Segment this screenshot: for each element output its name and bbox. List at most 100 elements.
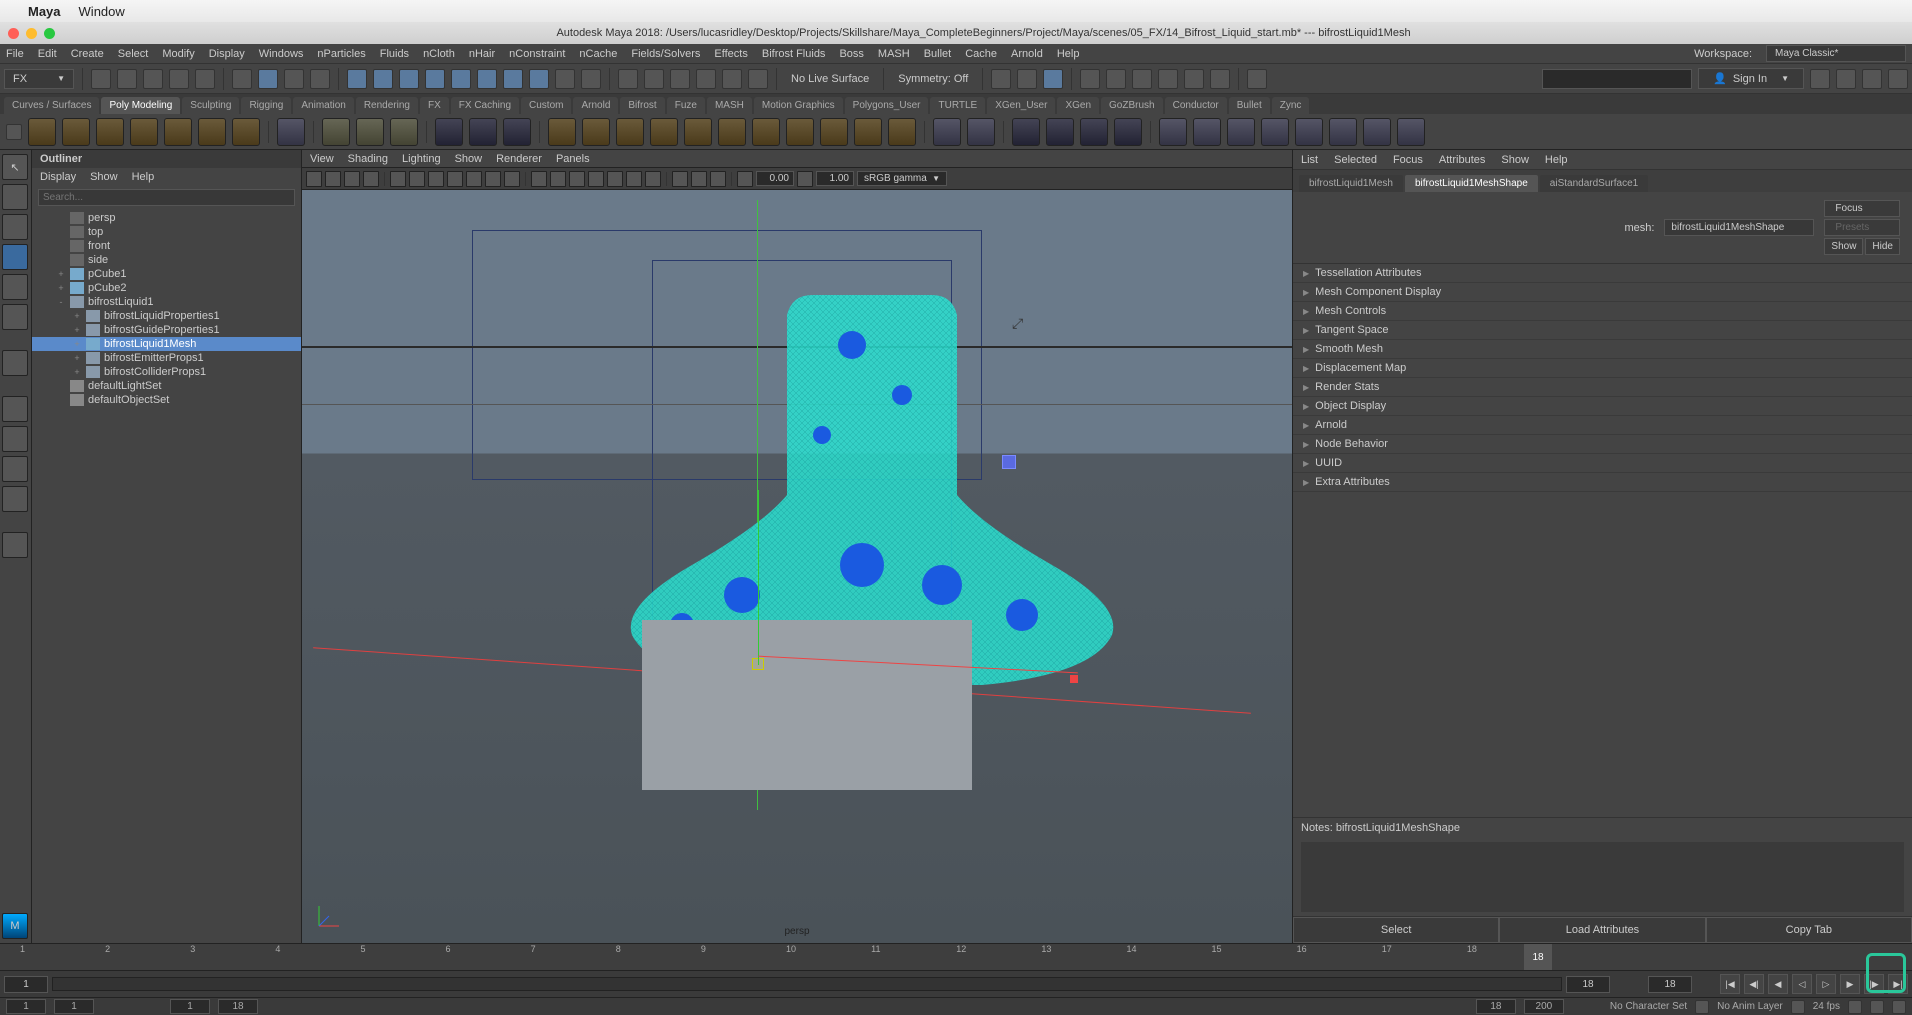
- shelf-tab[interactable]: FX Caching: [451, 97, 519, 114]
- attr-section-header[interactable]: ▶Tessellation Attributes: [1293, 264, 1912, 283]
- menu-set-dropdown[interactable]: FX▼: [4, 69, 74, 89]
- layout-2h-icon[interactable]: [2, 486, 28, 512]
- shelf-tab[interactable]: Animation: [293, 97, 353, 114]
- shelf-icon[interactable]: [1261, 118, 1289, 146]
- viewport-menu-item[interactable]: Panels: [556, 153, 590, 165]
- layout-2v-icon[interactable]: [2, 456, 28, 482]
- outliner-menu-item[interactable]: Display: [40, 171, 76, 183]
- step-back-button[interactable]: ◀|: [1744, 974, 1764, 994]
- viewport-menu-item[interactable]: Lighting: [402, 153, 441, 165]
- attr-menu-item[interactable]: Focus: [1393, 154, 1423, 166]
- shelf-icon[interactable]: [322, 118, 350, 146]
- outliner-menu-item[interactable]: Help: [132, 171, 155, 183]
- main-menu-item[interactable]: nHair: [469, 48, 495, 60]
- scale-tool-icon[interactable]: [2, 304, 28, 330]
- shelf-icon[interactable]: [786, 118, 814, 146]
- shelf-icon[interactable]: [933, 118, 961, 146]
- attr-menu-item[interactable]: Selected: [1334, 154, 1377, 166]
- outliner-menu-item[interactable]: Show: [90, 171, 118, 183]
- workspace-dropdown[interactable]: Maya Classic*: [1766, 45, 1906, 62]
- mask-icon-8[interactable]: [529, 69, 549, 89]
- shelf-icon[interactable]: [1329, 118, 1357, 146]
- shelf-tab[interactable]: Conductor: [1165, 97, 1227, 114]
- shelf-icon[interactable]: [503, 118, 531, 146]
- shelf-tab[interactable]: Rigging: [241, 97, 291, 114]
- status-num-3[interactable]: 1: [170, 999, 210, 1014]
- shelf-icon[interactable]: [96, 118, 124, 146]
- manipulator-y-axis[interactable]: [758, 490, 759, 665]
- shelf-icon[interactable]: [356, 118, 384, 146]
- shelf-icon[interactable]: [1397, 118, 1425, 146]
- select-tool-icon[interactable]: ↖: [2, 154, 28, 180]
- attr-section-header[interactable]: ▶Extra Attributes: [1293, 473, 1912, 492]
- status-fps[interactable]: 24 fps: [1813, 1001, 1840, 1012]
- time-ruler[interactable]: 18 123456789101112131415161718: [0, 944, 1912, 971]
- shelf-icon[interactable]: [1080, 118, 1108, 146]
- main-menu-item[interactable]: Display: [209, 48, 245, 60]
- shelf-tab[interactable]: Motion Graphics: [754, 97, 843, 114]
- shelf-icon[interactable]: [1046, 118, 1074, 146]
- construction-history-icon[interactable]: [991, 69, 1011, 89]
- vp-shadows-icon[interactable]: [607, 171, 623, 187]
- expand-toggle-icon[interactable]: +: [72, 367, 82, 377]
- attr-menu-item[interactable]: Help: [1545, 154, 1568, 166]
- locator-cube[interactable]: [1002, 455, 1016, 469]
- mask-icon-1[interactable]: [347, 69, 367, 89]
- shelf-icon[interactable]: [198, 118, 226, 146]
- shelf-tab[interactable]: GoZBrush: [1101, 97, 1163, 114]
- attr-section-header[interactable]: ▶Mesh Component Display: [1293, 283, 1912, 302]
- symmetry-label[interactable]: Symmetry: Off: [892, 73, 974, 85]
- outliner-item[interactable]: +bifrostGuideProperties1: [32, 323, 301, 337]
- shelf-icon[interactable]: [1295, 118, 1323, 146]
- expand-toggle-icon[interactable]: +: [72, 353, 82, 363]
- range-disp-end[interactable]: 18: [1566, 976, 1610, 993]
- shelf-tab[interactable]: Poly Modeling: [101, 97, 180, 114]
- attr-hide-button[interactable]: Hide: [1865, 238, 1900, 255]
- shelf-tab[interactable]: Polygons_User: [845, 97, 929, 114]
- main-menu-item[interactable]: Edit: [38, 48, 57, 60]
- rotate-tool-icon[interactable]: [2, 274, 28, 300]
- redo-icon[interactable]: [195, 69, 215, 89]
- viewport-menu-item[interactable]: View: [310, 153, 334, 165]
- attr-section-header[interactable]: ▶Node Behavior: [1293, 435, 1912, 454]
- attr-section-header[interactable]: ▶Arnold: [1293, 416, 1912, 435]
- main-menu-item[interactable]: Effects: [714, 48, 747, 60]
- attr-bottom-button[interactable]: Copy Tab: [1706, 917, 1912, 943]
- set-key-icon[interactable]: [1870, 1000, 1884, 1014]
- range-slider[interactable]: [52, 977, 1562, 991]
- outliner-toggle-icon[interactable]: [2, 532, 28, 558]
- main-menu-item[interactable]: Bifrost Fluids: [762, 48, 826, 60]
- shelf-icon[interactable]: [1227, 118, 1255, 146]
- vp-select-camera-icon[interactable]: [306, 171, 322, 187]
- attr-section-header[interactable]: ▶UUID: [1293, 454, 1912, 473]
- last-tool-icon[interactable]: [2, 350, 28, 376]
- vp-safe-title-icon[interactable]: [504, 171, 520, 187]
- vp-xray-joints-icon[interactable]: [710, 171, 726, 187]
- save-scene-icon[interactable]: [143, 69, 163, 89]
- shelf-tab[interactable]: TURTLE: [930, 97, 985, 114]
- shelf-tab[interactable]: Zync: [1272, 97, 1310, 114]
- attr-section-header[interactable]: ▶Tangent Space: [1293, 321, 1912, 340]
- outliner-item[interactable]: top: [32, 225, 301, 239]
- shelf-icon[interactable]: [548, 118, 576, 146]
- main-menu-item[interactable]: Help: [1057, 48, 1080, 60]
- prev-key-button[interactable]: ◀: [1768, 974, 1788, 994]
- snap-grid-icon[interactable]: [618, 69, 638, 89]
- shelf-icon[interactable]: [1363, 118, 1391, 146]
- select-component-icon[interactable]: [310, 69, 330, 89]
- attr-presets-button[interactable]: Presets: [1824, 219, 1900, 236]
- macos-menu-window[interactable]: Window: [79, 4, 125, 19]
- vp-film-gate-icon[interactable]: [409, 171, 425, 187]
- toolbox-toggle-icon[interactable]: [1810, 69, 1830, 89]
- shelf-icon[interactable]: [435, 118, 463, 146]
- expand-toggle-icon[interactable]: -: [56, 297, 66, 307]
- move-tool-icon[interactable]: [2, 244, 28, 270]
- shelf-icon[interactable]: [232, 118, 260, 146]
- vp-exposure-icon[interactable]: [737, 171, 753, 187]
- play-forward-button[interactable]: ▷: [1816, 974, 1836, 994]
- mask-icon-2[interactable]: [373, 69, 393, 89]
- shelf-icon[interactable]: [854, 118, 882, 146]
- status-end-1[interactable]: 18: [1476, 999, 1516, 1014]
- main-menu-item[interactable]: Bullet: [924, 48, 952, 60]
- expand-toggle-icon[interactable]: +: [72, 325, 82, 335]
